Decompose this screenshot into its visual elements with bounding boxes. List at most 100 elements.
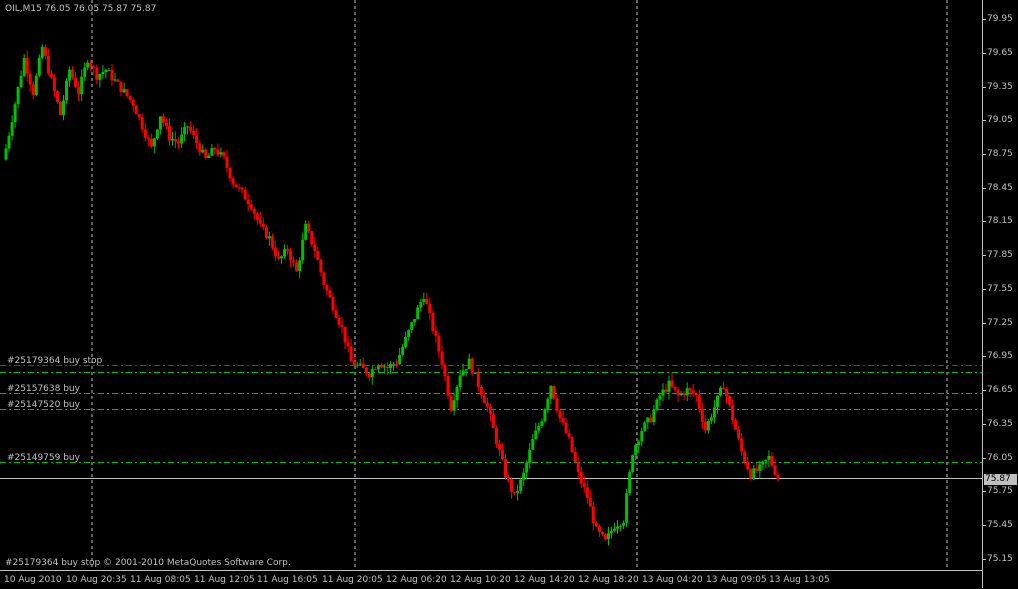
bear-candle [379,365,383,368]
bear-candle [165,122,168,126]
bear-candle [143,129,147,138]
bear-candle [386,366,389,368]
price-tick-label: 78.75 [987,149,1013,159]
bull-candle [685,388,689,396]
bear-candle [373,369,377,371]
price-tick-label: 76.95 [987,351,1013,361]
bear-candle [340,324,344,327]
bear-candle [501,449,504,459]
bear-candle [567,433,571,437]
bear-candle [343,326,347,343]
bear-candle [316,251,320,260]
bull-candle [98,74,102,80]
bear-candle [277,256,280,259]
bull-candle [101,72,105,74]
bull-candle [458,375,462,387]
bull-candle [37,57,41,76]
bear-candle [594,523,598,527]
bull-candle [392,364,395,366]
bull-candle [389,364,392,368]
bear-candle [116,79,120,82]
bear-candle [289,251,293,261]
bear-candle [570,437,574,453]
bear-candle [697,395,701,409]
bear-candle [337,317,341,325]
bull-candle [183,127,187,135]
bull-candle [652,410,656,423]
price-tick-mark [983,120,986,121]
bear-candle [177,141,181,144]
bear-candle [264,226,268,239]
price-tick-mark [983,458,986,459]
bear-candle [349,346,353,362]
bull-candle [382,366,386,368]
price-chart[interactable] [0,0,982,570]
bull-candle [419,302,423,308]
bear-candle [71,69,75,78]
price-tick-mark [983,424,986,425]
bull-candle [712,407,716,418]
bear-candle [25,57,29,74]
bear-candle [428,304,432,313]
bear-candle [334,310,338,318]
bear-candle [734,420,738,430]
bear-candle [591,506,595,523]
price-tick-mark [983,255,986,256]
bull-candle [113,79,117,81]
price-tick-label: 79.65 [987,48,1013,58]
bull-candle [613,528,616,531]
bear-candle [488,406,492,415]
bear-candle [328,290,332,297]
bull-candle [531,439,535,450]
bear-candle [195,134,199,144]
bull-candle [80,76,84,95]
price-tick-mark [983,154,986,155]
bull-candle [534,430,538,439]
time-tick-label: 12 Aug 10:20 [450,575,511,585]
bear-candle [470,358,474,374]
bull-candle [180,134,184,144]
bear-candle [331,296,335,311]
time-tick-label: 11 Aug 08:05 [130,575,191,585]
bull-candle [679,393,683,395]
bear-candle [352,361,356,366]
bear-candle [576,462,580,472]
bear-candle [234,184,238,188]
bull-candle [543,409,547,422]
order-label: #25179364 buy stop [7,356,103,366]
price-tick-mark [983,87,986,88]
bear-candle [443,365,447,377]
bear-candle [564,422,568,434]
bear-candle [600,531,604,535]
order-lines [0,365,982,479]
bear-candle [286,249,290,252]
bear-candle [746,461,750,470]
bull-candle [706,420,710,431]
bear-candle [437,335,441,352]
bull-candle [358,363,362,365]
bear-candle [240,187,244,190]
bull-candle [752,468,756,479]
bear-candle [440,351,444,365]
bull-candle [634,445,638,456]
bull-candle [619,525,623,527]
bull-candle [716,395,719,408]
bear-candle [561,418,565,423]
symbol-info: OIL,M15 76.05 76.05 75.87 75.87 [5,4,157,14]
price-tick-label: 76.35 [987,419,1013,429]
bull-candle [13,104,17,123]
bear-candle [237,187,241,189]
price-tick-label: 77.85 [987,250,1013,260]
bear-candle [476,372,480,387]
price-axis[interactable]: 79.95 79.65 79.35 79.05 78.75 78.45 78.15 77.85… [982,0,1018,588]
price-tick-label: 78.15 [987,216,1013,226]
price-tick-mark [983,491,986,492]
bull-candle [709,417,713,421]
bear-candle [431,312,435,331]
bull-candle [267,236,271,239]
price-tick-label: 76.05 [987,453,1013,463]
bull-candle [719,387,722,396]
time-axis[interactable]: 10 Aug 2010 10 Aug 20:35 11 Aug 08:05 11 Au… [0,570,982,589]
bear-candle [255,213,259,220]
bear-candle [89,62,93,67]
